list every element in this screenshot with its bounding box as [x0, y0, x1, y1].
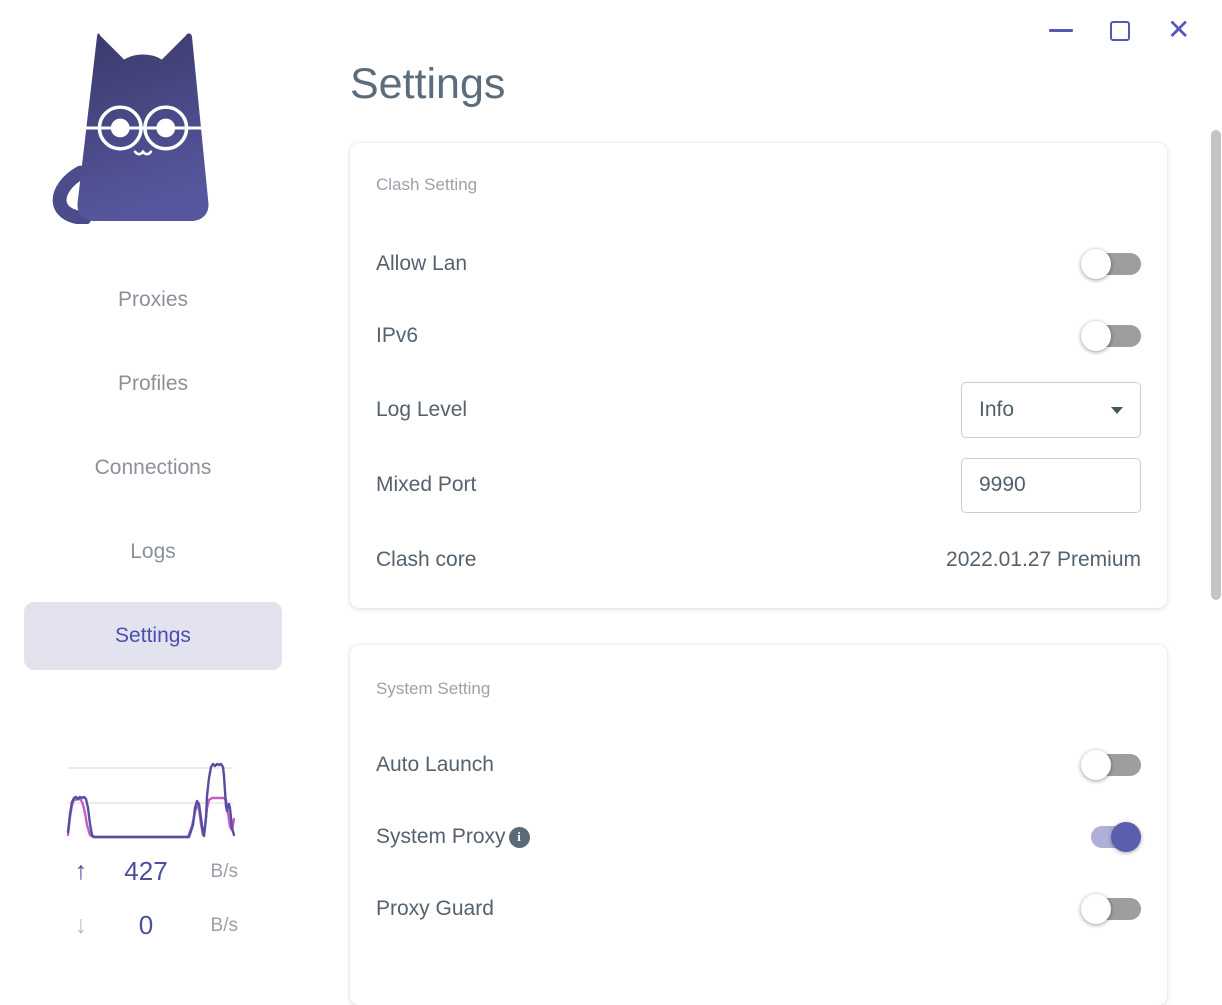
log-level-label: Log Level [376, 398, 468, 421]
sidebar-item-logs[interactable]: Logs [0, 540, 306, 564]
close-icon[interactable]: ✕ [1167, 13, 1190, 47]
system-proxy-toggle[interactable] [1081, 822, 1141, 852]
ipv6-toggle[interactable] [1081, 321, 1141, 351]
system-proxy-label: System Proxy i [376, 825, 530, 849]
right-eye [156, 118, 176, 138]
sidebar-item-profiles[interactable]: Profiles [0, 372, 306, 396]
row-auto-launch: Auto Launch [376, 747, 1141, 783]
toggle-thumb [1081, 321, 1111, 351]
chevron-down-icon [1111, 406, 1123, 414]
row-ipv6: IPv6 [376, 318, 1141, 354]
clash-core-label: Clash core [376, 548, 477, 571]
upload-arrow-icon: ↑ [74, 857, 88, 885]
mixed-port-label: Mixed Port [376, 473, 477, 496]
toggle-thumb [1081, 249, 1111, 279]
auto-launch-toggle[interactable] [1081, 750, 1141, 780]
upload-speed-value: 427 [124, 856, 168, 886]
section-header-system: System Setting [376, 679, 491, 698]
toggle-thumb [1111, 822, 1141, 852]
upload-speed-row: ↑ 427 B/s [62, 856, 238, 887]
sidebar-item-settings[interactable]: Settings [24, 602, 282, 670]
allow-lan-label: Allow Lan [376, 252, 468, 275]
traffic-sparkline [66, 762, 235, 839]
system-setting-card: System Setting Auto Launch System Proxy … [350, 645, 1167, 1005]
row-log-level: Log Level Info [376, 382, 1141, 438]
download-speed-unit: B/s [210, 914, 238, 936]
minimize-icon[interactable] [1049, 29, 1073, 32]
download-arrow-icon: ↓ [74, 911, 88, 939]
clash-setting-card: Clash Setting Allow Lan IPv6 Log Level I… [350, 143, 1167, 608]
clash-cat-logo [52, 33, 209, 224]
section-header-clash: Clash Setting [376, 175, 478, 194]
log-level-selected-value: Info [979, 398, 1015, 421]
row-system-proxy: System Proxy i [376, 819, 1141, 855]
row-proxy-guard: Proxy Guard [376, 891, 1141, 927]
log-level-select[interactable]: Info [961, 382, 1141, 438]
proxy-guard-toggle[interactable] [1081, 894, 1141, 924]
allow-lan-toggle[interactable] [1081, 249, 1141, 279]
toggle-thumb [1081, 894, 1111, 924]
download-speed-row: ↓ 0 B/s [62, 910, 238, 941]
ipv6-label: IPv6 [376, 324, 419, 347]
row-allow-lan: Allow Lan [376, 246, 1141, 282]
maximize-icon[interactable] [1110, 21, 1130, 41]
mixed-port-input[interactable] [961, 457, 1141, 513]
scrollbar-thumb[interactable] [1211, 130, 1221, 600]
toggle-thumb [1081, 750, 1111, 780]
sidebar-item-proxies[interactable]: Proxies [0, 288, 306, 312]
row-clash-core: Clash core 2022.01.27 Premium [376, 542, 1141, 578]
clash-core-version: 2022.01.27 Premium [946, 548, 1141, 571]
sidebar-item-connections[interactable]: Connections [0, 456, 306, 480]
row-mixed-port: Mixed Port [376, 457, 1141, 513]
page-title: Settings [350, 60, 506, 108]
download-speed-value: 0 [138, 910, 154, 940]
sidebar: Proxies Profiles Connections Logs Settin… [0, 0, 306, 956]
proxy-guard-label: Proxy Guard [376, 897, 494, 920]
upload-speed-unit: B/s [210, 860, 238, 882]
auto-launch-label: Auto Launch [376, 753, 494, 776]
system-proxy-label-text: System Proxy [376, 825, 506, 848]
left-eye [110, 118, 130, 138]
info-icon[interactable]: i [508, 826, 530, 848]
